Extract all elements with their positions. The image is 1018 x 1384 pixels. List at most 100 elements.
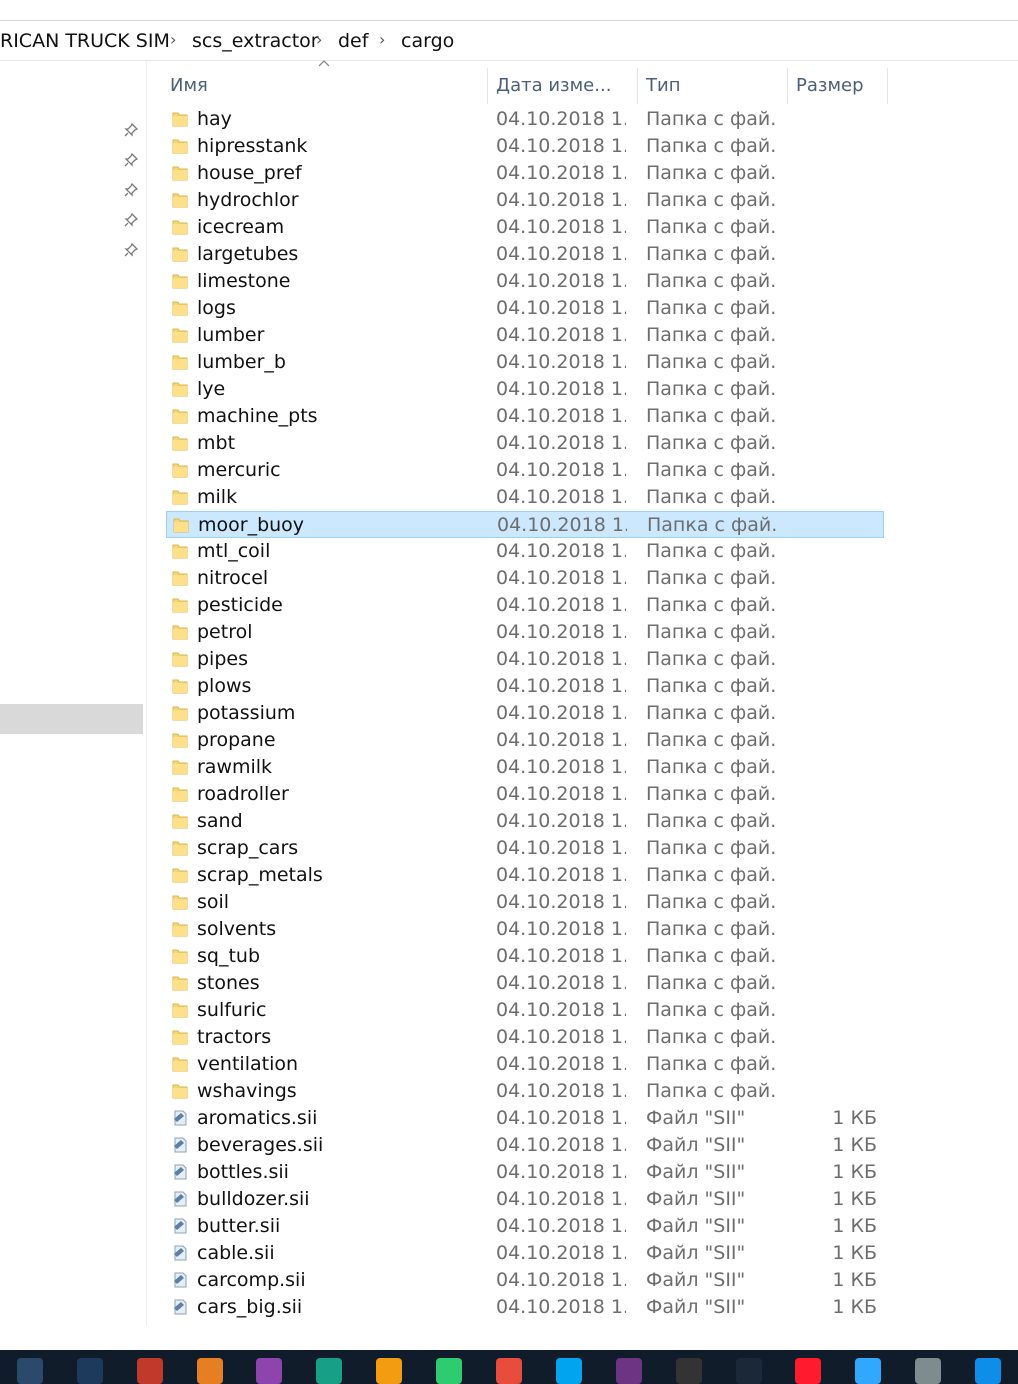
column-header-date[interactable]: Дата изме... [496, 66, 631, 104]
breadcrumb-chevron-icon[interactable]: › [170, 21, 176, 61]
folder-row[interactable]: ventilation 04.10.2018 1... Папка с фай... [166, 1051, 884, 1078]
app-icon[interactable] [17, 1358, 43, 1384]
folder-row[interactable]: lye 04.10.2018 1... Папка с фай... [166, 376, 884, 403]
file-row[interactable]: bottles.sii 04.10.2018 1... Файл "SII" 1 КБ [166, 1159, 884, 1186]
folder-icon [172, 1055, 188, 1073]
steam-icon[interactable] [736, 1358, 762, 1384]
folder-row[interactable]: nitrocel 04.10.2018 1... Папка с фай... [166, 565, 884, 592]
folder-row[interactable]: potassium 04.10.2018 1... Папка с фай... [166, 700, 884, 727]
breadcrumb-item-def[interactable]: def [338, 21, 368, 61]
column-divider[interactable] [887, 68, 888, 104]
utorrent-icon[interactable] [436, 1358, 462, 1384]
folder-row[interactable]: plows 04.10.2018 1... Папка с фай... [166, 673, 884, 700]
item-size [796, 214, 877, 241]
folder-row[interactable]: pesticide 04.10.2018 1... Папка с фай... [166, 592, 884, 619]
chrome-icon[interactable] [496, 1358, 522, 1384]
folder-row[interactable]: moor_buoy 04.10.2018 1... Папка с фай... [166, 511, 884, 538]
pin-icon[interactable] [124, 183, 138, 197]
euro-icon[interactable] [77, 1358, 103, 1384]
photoshop-icon[interactable] [855, 1358, 881, 1384]
folder-row[interactable]: hay 04.10.2018 1... Папка с фай... [166, 106, 884, 133]
item-size [796, 943, 877, 970]
folder-row[interactable]: propane 04.10.2018 1... Папка с фай... [166, 727, 884, 754]
folder-row[interactable]: rawmilk 04.10.2018 1... Папка с фай... [166, 754, 884, 781]
column-divider[interactable] [787, 68, 788, 104]
file-row[interactable]: cars_big.sii 04.10.2018 1... Файл "SII" 1 К… [166, 1294, 884, 1321]
nav-selected-item[interactable] [0, 704, 143, 734]
file-row[interactable]: beverages.sii 04.10.2018 1... Файл "SII" 1 … [166, 1132, 884, 1159]
taskbar[interactable] [0, 1350, 1018, 1384]
item-size [796, 970, 877, 997]
plane-icon[interactable] [316, 1358, 342, 1384]
item-date-modified: 04.10.2018 1... [496, 810, 626, 832]
player-icon[interactable] [376, 1358, 402, 1384]
folder-row[interactable]: roadroller 04.10.2018 1... Папка с фай... [166, 781, 884, 808]
item-date-modified: 04.10.2018 1... [496, 675, 626, 697]
folder-row[interactable]: scrap_metals 04.10.2018 1... Папка с фай..… [166, 862, 884, 889]
opera-icon[interactable] [795, 1358, 821, 1384]
file-row[interactable]: cable.sii 04.10.2018 1... Файл "SII" 1 КБ [166, 1240, 884, 1267]
pane-divider[interactable] [146, 61, 147, 1326]
file-row[interactable]: bulldozer.sii 04.10.2018 1... Файл "SII" 1 … [166, 1186, 884, 1213]
item-name: bottles.sii [197, 1161, 289, 1183]
folder-row[interactable]: lumber_b 04.10.2018 1... Папка с фай... [166, 349, 884, 376]
folder-row[interactable]: hipresstank 04.10.2018 1... Папка с фай... [166, 133, 884, 160]
folder-row[interactable]: mercuric 04.10.2018 1... Папка с фай... [166, 457, 884, 484]
folder-row[interactable]: hydrochlor 04.10.2018 1... Папка с фай... [166, 187, 884, 214]
breadcrumb-chevron-icon[interactable]: › [379, 21, 385, 61]
file-row[interactable]: aromatics.sii 04.10.2018 1... Файл "SII" 1 … [166, 1105, 884, 1132]
printer-icon[interactable] [915, 1358, 941, 1384]
file-row[interactable]: butter.sii 04.10.2018 1... Файл "SII" 1 КБ [166, 1213, 884, 1240]
paint-icon[interactable] [137, 1358, 163, 1384]
column-divider[interactable] [487, 68, 488, 104]
pin-icon[interactable] [124, 153, 138, 167]
windows-icon[interactable] [556, 1358, 582, 1384]
folder-row[interactable]: machine_pts 04.10.2018 1... Папка с фай... [166, 403, 884, 430]
item-size [796, 538, 877, 565]
gpu-icon[interactable] [676, 1358, 702, 1384]
column-header-name[interactable]: Имя [170, 66, 480, 104]
teamviewer-icon[interactable] [975, 1358, 1001, 1384]
file-row[interactable]: carcomp.sii 04.10.2018 1... Файл "SII" 1 КБ [166, 1267, 884, 1294]
pin-icon[interactable] [124, 123, 138, 137]
pin-icon[interactable] [124, 243, 138, 257]
folder-row[interactable]: milk 04.10.2018 1... Папка с фай... [166, 484, 884, 511]
folder-row[interactable]: wshavings 04.10.2018 1... Папка с фай... [166, 1078, 884, 1105]
item-name: largetubes [197, 243, 299, 265]
folder-row[interactable]: house_pref 04.10.2018 1... Папка с фай... [166, 160, 884, 187]
breadcrumb-item-scs-extractor[interactable]: scs_extractor [192, 21, 319, 61]
folder-row[interactable]: stones 04.10.2018 1... Папка с фай... [166, 970, 884, 997]
column-header-type[interactable]: Тип [646, 66, 781, 104]
breadcrumb-item-root[interactable]: RICAN TRUCK SIM [0, 21, 170, 61]
folder-row[interactable]: sand 04.10.2018 1... Папка с фай... [166, 808, 884, 835]
item-name: beverages.sii [197, 1134, 324, 1156]
folder-row[interactable]: solvents 04.10.2018 1... Папка с фай... [166, 916, 884, 943]
balloon-icon[interactable] [256, 1358, 282, 1384]
folder-row[interactable]: limestone 04.10.2018 1... Папка с фай... [166, 268, 884, 295]
address-bar[interactable]: RICAN TRUCK SIM › scs_extractor › def › … [0, 20, 1018, 61]
folder-row[interactable]: soil 04.10.2018 1... Папка с фай... [166, 889, 884, 916]
breadcrumb-item-cargo[interactable]: cargo [401, 21, 454, 61]
flash-icon[interactable] [197, 1358, 223, 1384]
pin-icon[interactable] [124, 213, 138, 227]
folder-row[interactable]: largetubes 04.10.2018 1... Папка с фай... [166, 241, 884, 268]
folder-row[interactable]: pipes 04.10.2018 1... Папка с фай... [166, 646, 884, 673]
folder-row[interactable]: mtl_coil 04.10.2018 1... Папка с фай... [166, 538, 884, 565]
item-date-modified: 04.10.2018 1... [496, 891, 626, 913]
item-date-modified: 04.10.2018 1... [496, 864, 626, 886]
folder-row[interactable]: petrol 04.10.2018 1... Папка с фай... [166, 619, 884, 646]
folder-row[interactable]: sulfuric 04.10.2018 1... Папка с фай... [166, 997, 884, 1024]
column-divider[interactable] [637, 68, 638, 104]
folder-row[interactable]: sq_tub 04.10.2018 1... Папка с фай... [166, 943, 884, 970]
breadcrumb-chevron-icon[interactable]: › [316, 21, 322, 61]
folder-row[interactable]: logs 04.10.2018 1... Папка с фай... [166, 295, 884, 322]
folder-row[interactable]: tractors 04.10.2018 1... Папка с фай... [166, 1024, 884, 1051]
item-name: plows [197, 675, 252, 697]
column-header-size[interactable]: Размер [796, 66, 886, 104]
folder-row[interactable]: scrap_cars 04.10.2018 1... Папка с фай... [166, 835, 884, 862]
folder-row[interactable]: icecream 04.10.2018 1... Папка с фай... [166, 214, 884, 241]
folder-row[interactable]: mbt 04.10.2018 1... Папка с фай... [166, 430, 884, 457]
folder-row[interactable]: lumber 04.10.2018 1... Папка с фай... [166, 322, 884, 349]
navigation-pane[interactable] [0, 61, 146, 1326]
cpu-icon[interactable] [616, 1358, 642, 1384]
